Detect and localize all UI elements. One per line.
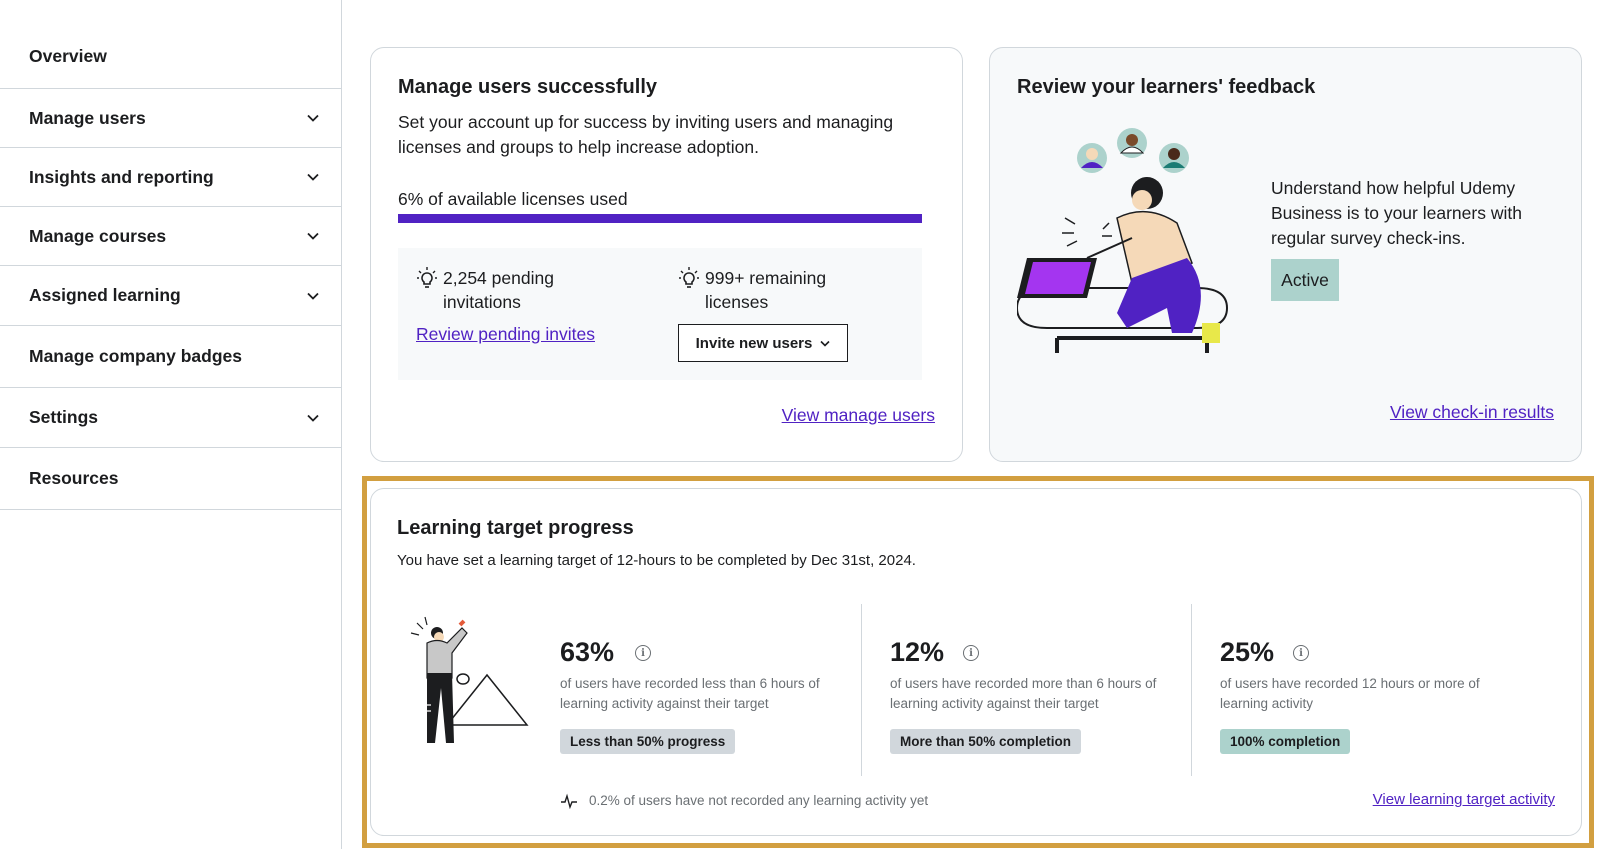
progress-tag: 100% completion (1220, 729, 1351, 754)
sidebar-item-label: Manage courses (29, 225, 167, 246)
sidebar-nav: Overview Manage users Insights and repor… (0, 0, 342, 849)
card-title: Learning target progress (397, 517, 634, 539)
lightbulb-icon (417, 267, 437, 288)
progress-tag: Less than 50% progress (560, 729, 736, 754)
remaining-licenses-label: licenses (705, 292, 769, 312)
sidebar-item-manage-courses[interactable]: Manage courses (0, 207, 342, 266)
manage-users-card: Manage users successfully Set your accou… (370, 47, 963, 462)
stat-percent: 12% (890, 637, 945, 667)
sidebar-item-insights[interactable]: Insights and reporting (0, 148, 342, 207)
lightbulb-icon (679, 267, 699, 288)
feedback-illustration (1017, 128, 1229, 353)
sidebar-item-overview[interactable]: Overview (0, 24, 342, 89)
target-illustration (410, 616, 529, 743)
progress-tag: More than 50% completion (890, 729, 1082, 754)
status-badge: Active (1271, 259, 1339, 301)
pending-invitations-count: 2,254 pending (443, 268, 554, 288)
sidebar-item-label: Overview (29, 45, 107, 66)
sidebar-item-settings[interactable]: Settings (0, 388, 342, 448)
chevron-down-icon (306, 111, 320, 125)
remaining-licenses-count: 999+ remaining (705, 268, 827, 288)
view-manage-users-link[interactable]: View manage users (782, 405, 935, 426)
chevron-down-icon (820, 340, 830, 347)
stat-percent: 63% (560, 637, 615, 667)
sidebar-item-manage-users[interactable]: Manage users (0, 89, 342, 148)
info-icon[interactable]: i (963, 645, 979, 661)
chevron-down-icon (306, 411, 320, 425)
card-description: Set your account up for success by invit… (398, 112, 894, 157)
sidebar-item-company-badges[interactable]: Manage company badges (0, 326, 342, 388)
learner-feedback-card: Review your learners' feedback Understan… (989, 47, 1582, 462)
card-title: Manage users successfully (398, 76, 658, 98)
stat-divider (1191, 604, 1192, 776)
view-learning-target-activity-link[interactable]: View learning target activity (1373, 791, 1555, 808)
sidebar-item-label: Resources (29, 468, 119, 488)
license-usage-label: 6% of available licenses used (398, 189, 628, 209)
info-icon[interactable]: i (635, 645, 651, 661)
learning-target-card: Learning target progress You have set a … (370, 488, 1582, 836)
feedback-description: Understand how helpful Udemy Business is… (1271, 178, 1522, 248)
license-progress-fill (398, 214, 922, 223)
pending-invitations-label: invitations (443, 292, 521, 312)
learning-target-subtitle: You have set a learning target of 12-hou… (397, 552, 916, 569)
sidebar-item-label: Insights and reporting (29, 166, 214, 187)
review-pending-invites-link[interactable]: Review pending invites (416, 324, 595, 345)
sidebar-item-label: Settings (29, 407, 99, 427)
chevron-down-icon (306, 229, 320, 243)
no-activity-note: 0.2% of users have not recorded any lear… (589, 793, 929, 808)
stat-description: of users have recorded more than 6 hours… (890, 676, 1157, 711)
info-icon[interactable]: i (1293, 645, 1309, 661)
invite-button-label: Invite new users (695, 334, 813, 352)
stat-percent: 25% (1220, 637, 1275, 667)
stat-divider (861, 604, 862, 776)
sidebar-item-resources[interactable]: Resources (0, 448, 342, 510)
view-check-in-results-link[interactable]: View check-in results (1390, 402, 1554, 423)
sidebar-item-label: Manage users (29, 107, 146, 128)
chevron-down-icon (306, 170, 320, 184)
activity-icon (561, 793, 577, 809)
invite-new-users-button[interactable]: Invite new users (678, 324, 848, 362)
card-title: Review your learners' feedback (1017, 76, 1316, 98)
sidebar-item-assigned-learning[interactable]: Assigned learning (0, 266, 342, 326)
license-progress-bar (398, 214, 922, 223)
chevron-down-icon (306, 289, 320, 303)
sidebar-item-label: Manage company badges (29, 346, 242, 366)
stat-description: of users have recorded 12 hours or more … (1220, 676, 1480, 711)
stat-description: of users have recorded less than 6 hours… (560, 676, 820, 711)
sidebar-item-label: Assigned learning (29, 285, 181, 305)
